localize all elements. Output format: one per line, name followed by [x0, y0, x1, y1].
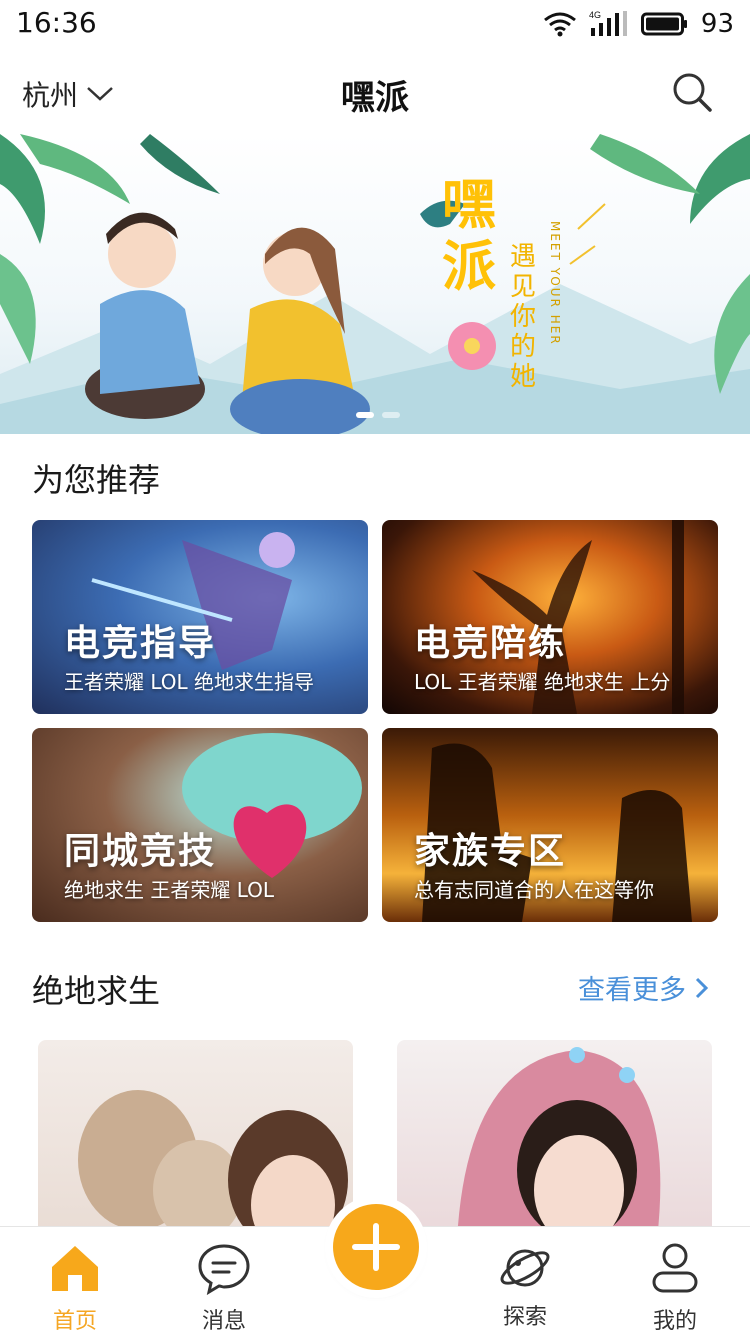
- player-photo-card[interactable]: [397, 1040, 712, 1240]
- home-icon: [52, 1246, 98, 1291]
- promo-banner[interactable]: 嘿派 遇见你的她 MEET YOUR HER: [0, 134, 750, 434]
- card-subtitle: 绝地求生 王者荣耀 LOL: [64, 878, 275, 902]
- banner-illustration: [0, 134, 750, 434]
- top-nav: 杭州 嘿派: [0, 56, 750, 132]
- wifi-icon: [543, 12, 576, 37]
- card-subtitle: LOL 王者荣耀 绝地求生 上分: [414, 670, 671, 694]
- card-local-competition[interactable]: 同城竞技 绝地求生 王者荣耀 LOL: [32, 728, 368, 922]
- card-subtitle: 王者荣耀 LOL 绝地求生指导: [64, 670, 315, 694]
- tab-label: 我的: [652, 1309, 697, 1333]
- banner-slogan-en: MEET YOUR HER: [548, 221, 562, 346]
- card-title: 同城竞技: [64, 831, 217, 872]
- planet-icon: [500, 1249, 550, 1287]
- see-more-label: 查看更多: [578, 975, 686, 1006]
- search-icon[interactable]: [670, 70, 714, 114]
- section-title-recommend: 为您推荐: [32, 461, 161, 499]
- tab-label: 探索: [502, 1305, 547, 1330]
- carousel-dot-active[interactable]: [356, 412, 374, 418]
- network-type-label: 4G: [589, 10, 601, 20]
- status-icons: 4G 93: [543, 8, 734, 40]
- tab-explore[interactable]: 探索: [470, 1227, 580, 1333]
- banner-brand: 嘿派: [442, 173, 496, 298]
- tab-label: 首页: [52, 1309, 97, 1333]
- message-icon: [198, 1244, 250, 1295]
- player-photo-card[interactable]: [38, 1040, 353, 1240]
- status-bar: 16:36 4G 93: [0, 0, 750, 48]
- see-more-link[interactable]: 查看更多: [578, 968, 710, 1007]
- tab-messages[interactable]: 消息: [169, 1227, 279, 1333]
- banner-slogan: 遇见你的她: [510, 242, 537, 392]
- tab-profile[interactable]: 我的: [620, 1227, 730, 1333]
- card-title: 家族专区: [414, 831, 567, 872]
- page-title: 嘿派: [341, 78, 409, 118]
- chevron-right-icon: [695, 977, 709, 998]
- tab-label: 消息: [201, 1309, 246, 1333]
- card-subtitle: 总有志同道合的人在这等你: [414, 878, 654, 902]
- battery-level: 93: [700, 9, 734, 39]
- card-title: 电竞陪练: [414, 623, 567, 664]
- player-photo: [78, 1090, 348, 1240]
- player-photo: [457, 1047, 661, 1240]
- card-esports-coaching[interactable]: 电竞指导 王者荣耀 LOL 绝地求生指导: [32, 520, 368, 714]
- card-esports-training[interactable]: 电竞陪练 LOL 王者荣耀 绝地求生 上分: [382, 520, 718, 714]
- card-family-zone[interactable]: 家族专区 总有志同道合的人在这等你: [382, 728, 718, 922]
- carousel-dot[interactable]: [382, 412, 400, 418]
- card-title: 电竞指导: [64, 623, 217, 664]
- tab-home[interactable]: 首页: [20, 1227, 130, 1333]
- battery-icon: [640, 12, 687, 36]
- profile-icon: [652, 1243, 698, 1293]
- add-button[interactable]: [333, 1204, 419, 1290]
- signal-icon: 4G: [589, 10, 627, 36]
- section-title-pubg: 绝地求生: [32, 972, 161, 1010]
- status-time: 16:36: [16, 6, 97, 39]
- plus-icon: [352, 1223, 400, 1271]
